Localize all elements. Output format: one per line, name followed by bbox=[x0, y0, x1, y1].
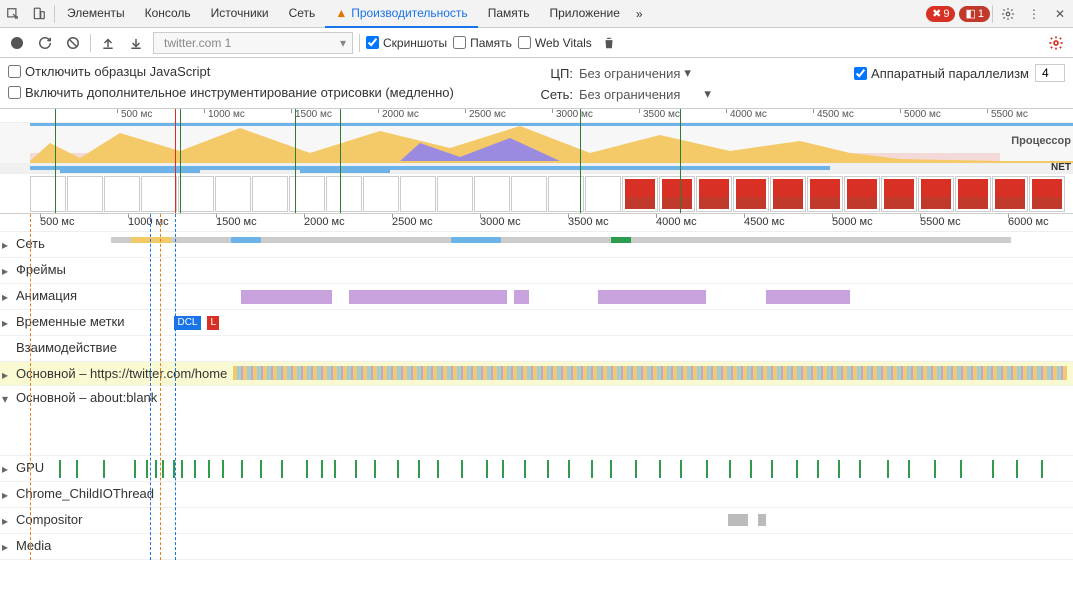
reload-button[interactable] bbox=[34, 32, 56, 54]
track-animation[interactable]: ▸ Анимация bbox=[0, 284, 1073, 310]
separator bbox=[54, 5, 55, 23]
separator bbox=[992, 5, 993, 23]
network-throttle-select[interactable]: Без ограничения▾ bbox=[579, 86, 711, 102]
expand-icon[interactable] bbox=[0, 336, 10, 361]
expand-icon[interactable]: ▸ bbox=[0, 456, 10, 481]
paint-instrumentation-checkbox[interactable]: Включить дополнительное инструментирован… bbox=[8, 85, 454, 100]
delete-button[interactable] bbox=[598, 32, 620, 54]
issue-icon: ◧ bbox=[965, 7, 975, 20]
cpu-overview: Процессор bbox=[0, 123, 1073, 163]
track-interaction[interactable]: Взаимодействие bbox=[0, 336, 1073, 362]
device-icon[interactable] bbox=[26, 1, 52, 27]
download-button[interactable] bbox=[125, 32, 147, 54]
expand-icon[interactable]: ▸ bbox=[0, 508, 10, 533]
upload-button[interactable] bbox=[97, 32, 119, 54]
track-main-2[interactable]: ▾ Основной – about:blank bbox=[0, 386, 1073, 456]
cpu-throttle-select[interactable]: Без ограничения▾ bbox=[579, 65, 691, 81]
track-frames[interactable]: ▸ Фреймы bbox=[0, 258, 1073, 284]
expand-icon[interactable]: ▸ bbox=[0, 284, 10, 309]
load-marker: L bbox=[207, 316, 219, 330]
flamechart-panel[interactable]: 500 мс1000 мс1500 мс2000 мс2500 мс3000 м… bbox=[0, 214, 1073, 560]
expand-icon[interactable]: ▸ bbox=[0, 534, 10, 559]
track-network[interactable]: ▸ Сеть bbox=[0, 232, 1073, 258]
warning-icon: ▲ bbox=[335, 6, 347, 20]
tab-performance[interactable]: ▲Производительность bbox=[325, 0, 477, 28]
track-gpu[interactable]: ▸ GPU bbox=[0, 456, 1073, 482]
overview-panel[interactable]: 500 мс1000 мс1500 мс2000 мс2500 мс3000 м… bbox=[0, 109, 1073, 214]
expand-icon[interactable]: ▸ bbox=[0, 310, 10, 335]
more-tabs[interactable]: » bbox=[630, 7, 649, 21]
expand-icon[interactable]: ▸ bbox=[0, 232, 10, 257]
error-icon: ✖ bbox=[932, 7, 941, 20]
collapse-icon[interactable]: ▾ bbox=[0, 386, 10, 455]
separator bbox=[359, 34, 360, 52]
track-compositor[interactable]: ▸ Compositor bbox=[0, 508, 1073, 534]
tab-network[interactable]: Сеть bbox=[279, 0, 326, 28]
tab-elements[interactable]: Элементы bbox=[57, 0, 135, 28]
capture-settings-icon[interactable] bbox=[1045, 32, 1067, 54]
screenshots-checkbox[interactable]: Скриншоты bbox=[366, 36, 447, 50]
hw-concurrency-input[interactable] bbox=[1035, 64, 1065, 82]
track-timings[interactable]: ▸ Временные метки DCL L bbox=[0, 310, 1073, 336]
close-icon[interactable]: ✕ bbox=[1047, 1, 1073, 27]
profile-select[interactable]: twitter.com 1▾ bbox=[153, 32, 353, 54]
separator bbox=[90, 34, 91, 52]
chevron-down-icon: ▾ bbox=[704, 86, 711, 102]
clear-button[interactable] bbox=[62, 32, 84, 54]
tab-console[interactable]: Консоль bbox=[135, 0, 201, 28]
tab-memory[interactable]: Память bbox=[478, 0, 540, 28]
expand-icon[interactable]: ▸ bbox=[0, 362, 10, 385]
dcl-marker: DCL bbox=[174, 316, 200, 330]
kebab-icon[interactable]: ⋮ bbox=[1021, 1, 1047, 27]
memory-checkbox[interactable]: Память bbox=[453, 36, 512, 50]
cpu-overview-label: Процессор bbox=[1011, 135, 1071, 147]
net-overview: NET bbox=[0, 163, 1073, 173]
error-badge[interactable]: ✖9 bbox=[926, 6, 955, 22]
chevron-down-icon: ▾ bbox=[340, 36, 346, 50]
webvitals-checkbox[interactable]: Web Vitals bbox=[518, 36, 592, 50]
issue-badge[interactable]: ◧1 bbox=[959, 6, 990, 22]
cpu-label: ЦП: bbox=[533, 66, 573, 81]
record-button[interactable] bbox=[6, 32, 28, 54]
inspect-icon[interactable] bbox=[0, 1, 26, 27]
tab-sources[interactable]: Источники bbox=[201, 0, 279, 28]
settings-icon[interactable] bbox=[995, 1, 1021, 27]
track-main-1[interactable]: ▸ Основной – https://twitter.com/home bbox=[0, 362, 1073, 386]
chevron-down-icon: ▾ bbox=[684, 65, 691, 81]
track-media[interactable]: ▸ Media bbox=[0, 534, 1073, 560]
disable-js-samples-checkbox[interactable]: Отключить образцы JavaScript bbox=[8, 64, 210, 79]
expand-icon[interactable]: ▸ bbox=[0, 482, 10, 507]
flame-strip bbox=[233, 366, 1067, 380]
expand-icon[interactable]: ▸ bbox=[0, 258, 10, 283]
screenshot-strip bbox=[0, 173, 1073, 213]
network-label: Сеть: bbox=[533, 87, 573, 102]
net-overview-label: NET bbox=[1051, 162, 1071, 173]
hw-concurrency-checkbox[interactable]: Аппаратный параллелизм bbox=[854, 66, 1029, 81]
tab-application[interactable]: Приложение bbox=[539, 0, 629, 28]
track-childio[interactable]: ▸ Chrome_ChildIOThread bbox=[0, 482, 1073, 508]
